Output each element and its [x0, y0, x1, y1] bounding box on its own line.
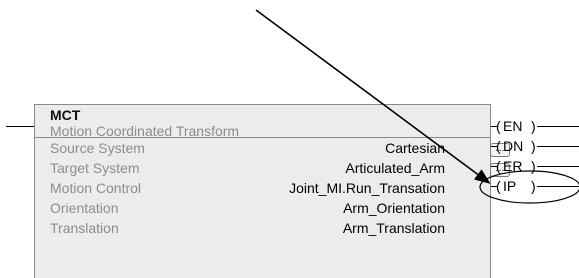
annotation-arrow: [255, 9, 491, 184]
annotation-overlay: [255, 9, 579, 204]
highlight-ellipse: [479, 170, 579, 204]
